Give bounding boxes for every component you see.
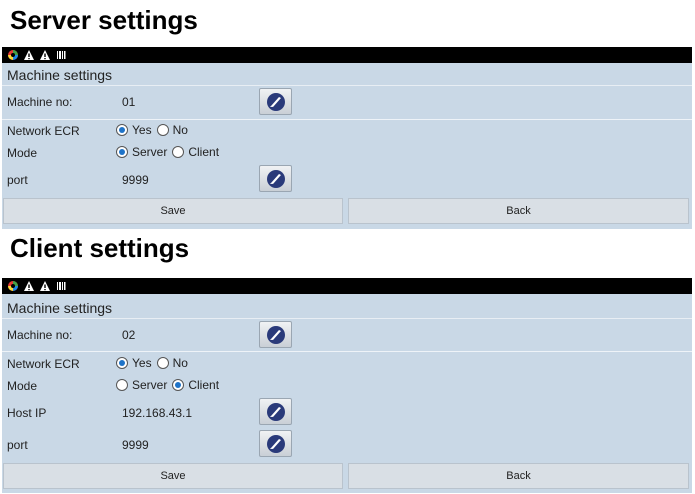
pencil-icon — [266, 169, 285, 188]
machine-no-row: Machine no: 02 — [2, 324, 692, 346]
edit-port-button[interactable] — [259, 430, 292, 457]
mode-client-radio[interactable]: Client — [172, 378, 219, 392]
machine-no-value: 01 — [122, 95, 136, 109]
server-settings-screen: Machine settings Machine no: 01 Network … — [2, 47, 692, 229]
edit-port-button[interactable] — [259, 165, 292, 192]
machine-no-label: Machine no: — [7, 95, 73, 109]
back-button[interactable]: Back — [348, 198, 689, 224]
machine-no-row: Machine no: 01 — [2, 91, 692, 113]
network-ecr-yes-radio[interactable]: Yes — [116, 123, 152, 137]
machine-no-value: 02 — [122, 328, 136, 342]
pencil-icon — [266, 325, 285, 344]
machine-settings-title: Machine settings — [2, 297, 692, 319]
server-settings-heading: Server settings — [10, 5, 198, 35]
machine-no-label: Machine no: — [7, 328, 73, 342]
network-ecr-row: Network ECR Yes No — [2, 120, 692, 142]
barcode-icon — [57, 282, 66, 290]
network-ecr-label: Network ECR — [7, 124, 80, 138]
warning-icon — [24, 281, 34, 291]
status-bar — [2, 278, 692, 294]
mode-label: Mode — [7, 146, 38, 160]
barcode-icon — [57, 51, 66, 59]
mode-server-radio[interactable]: Server — [116, 145, 167, 159]
warning-icon — [40, 281, 50, 291]
status-bar — [2, 47, 692, 63]
pencil-icon — [266, 92, 285, 111]
port-row: port 9999 — [2, 169, 692, 191]
host-ip-value: 192.168.43.1 — [122, 406, 193, 420]
mode-client-radio[interactable]: Client — [172, 145, 219, 159]
edit-machine-no-button[interactable] — [259, 88, 292, 115]
save-button[interactable]: Save — [3, 198, 343, 224]
port-row: port 9999 — [2, 434, 692, 456]
mode-server-radio[interactable]: Server — [116, 378, 167, 392]
mode-label: Mode — [7, 379, 38, 393]
edit-host-ip-button[interactable] — [259, 398, 292, 425]
warning-icon — [40, 50, 50, 60]
app-icon — [8, 281, 18, 291]
host-ip-row: Host IP 192.168.43.1 — [2, 402, 692, 424]
pencil-icon — [266, 434, 285, 453]
network-ecr-label: Network ECR — [7, 357, 80, 371]
network-ecr-row: Network ECR Yes No — [2, 353, 692, 375]
back-button[interactable]: Back — [348, 463, 689, 489]
mode-row: Mode Server Client — [2, 142, 692, 164]
save-button[interactable]: Save — [3, 463, 343, 489]
port-value: 9999 — [122, 173, 149, 187]
machine-settings-title: Machine settings — [2, 64, 692, 86]
port-value: 9999 — [122, 438, 149, 452]
client-settings-screen: Machine settings Machine no: 02 Network … — [2, 278, 692, 493]
mode-row: Mode Server Client — [2, 375, 692, 397]
port-label: port — [7, 173, 28, 187]
network-ecr-no-radio[interactable]: No — [156, 356, 188, 370]
network-ecr-no-radio[interactable]: No — [156, 123, 188, 137]
client-settings-heading: Client settings — [10, 233, 190, 263]
app-icon — [8, 50, 18, 60]
warning-icon — [24, 50, 34, 60]
port-label: port — [7, 438, 28, 452]
host-ip-label: Host IP — [7, 406, 47, 420]
network-ecr-yes-radio[interactable]: Yes — [116, 356, 152, 370]
pencil-icon — [266, 402, 285, 421]
edit-machine-no-button[interactable] — [259, 321, 292, 348]
